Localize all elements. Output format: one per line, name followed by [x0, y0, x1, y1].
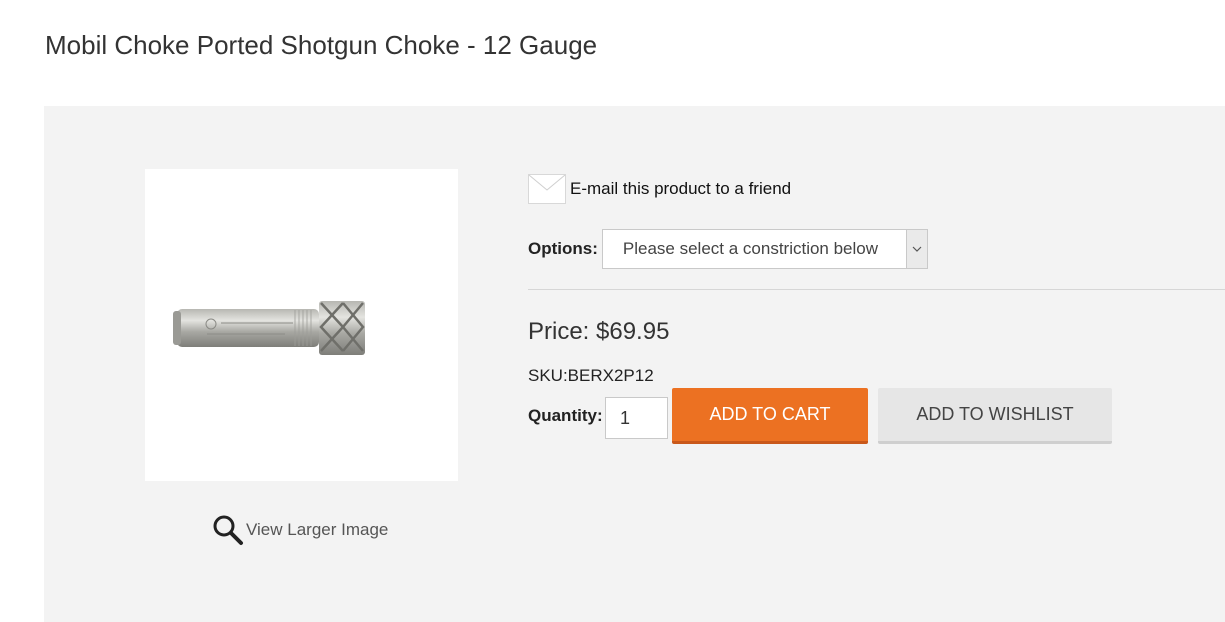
page-title: Mobil Choke Ported Shotgun Choke - 12 Ga… — [45, 30, 598, 60]
add-to-cart-button[interactable]: ADD TO CART — [672, 388, 868, 444]
envelope-icon — [528, 174, 566, 204]
price: Price: $69.95 — [528, 318, 670, 345]
add-to-wishlist-button[interactable]: ADD TO WISHLIST — [878, 388, 1112, 444]
sku: SKU:BERX2P12 — [528, 366, 654, 385]
email-friend-link[interactable]: E-mail this product to a friend — [528, 174, 791, 204]
chevron-down-icon[interactable] — [905, 230, 927, 268]
quantity-input[interactable] — [605, 397, 668, 439]
constriction-select-value: Please select a constriction below — [622, 239, 879, 258]
product-panel: View Larger Image E-mail this product to… — [44, 106, 1225, 622]
view-larger-image-link[interactable]: View Larger Image — [212, 514, 388, 546]
constriction-select[interactable]: Please select a constriction below — [601, 229, 928, 269]
quantity-label: Quantity: — [528, 406, 603, 425]
product-image[interactable] — [145, 169, 458, 481]
magnifier-icon — [213, 515, 243, 545]
view-larger-label: View Larger Image — [246, 520, 389, 539]
divider — [528, 289, 1225, 290]
options-row: Options: Please select a constriction be… — [528, 229, 928, 269]
email-friend-label: E-mail this product to a friend — [570, 179, 792, 198]
choke-tube-image — [173, 301, 365, 355]
options-label: Options: — [528, 239, 598, 258]
